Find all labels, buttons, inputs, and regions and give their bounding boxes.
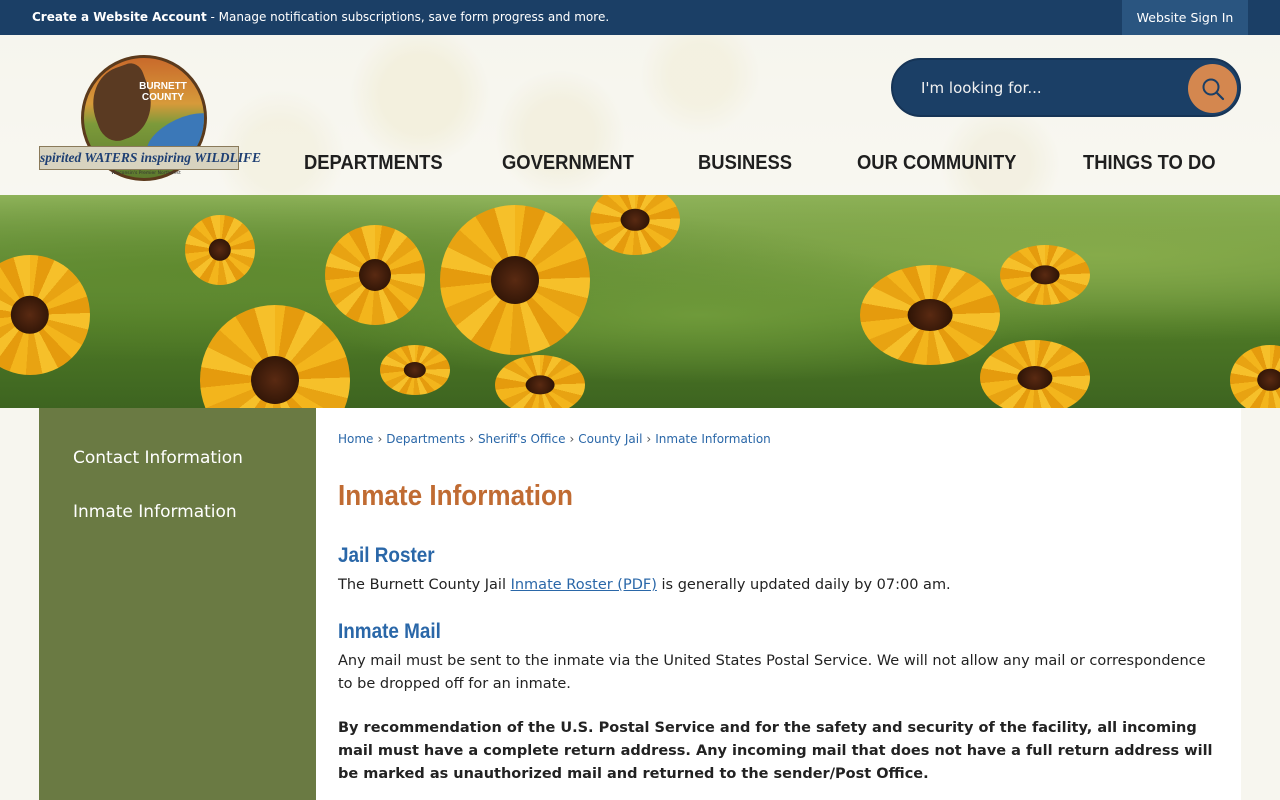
breadcrumb-sheriffs-office[interactable]: Sheriff's Office bbox=[478, 432, 566, 446]
create-account-description: - Manage notification subscriptions, sav… bbox=[206, 10, 610, 24]
flower-image bbox=[980, 340, 1090, 408]
logo-tagline: Wisconsin's Premier Northwest bbox=[111, 171, 181, 176]
hero-image bbox=[0, 195, 1280, 408]
flower-image bbox=[380, 345, 450, 395]
search-button[interactable] bbox=[1188, 64, 1237, 113]
section-heading-inmate-mail: Inmate Mail bbox=[338, 620, 441, 643]
flower-image bbox=[1230, 345, 1280, 408]
breadcrumb-separator: › bbox=[569, 432, 575, 446]
jail-roster-paragraph: The Burnett County Jail Inmate Roster (P… bbox=[338, 574, 1218, 597]
main-content: Home › Departments › Sheriff's Office › County… bbox=[316, 408, 1241, 800]
flower-image bbox=[1000, 245, 1090, 305]
breadcrumb-home[interactable]: Home bbox=[338, 432, 373, 446]
breadcrumb-separator: › bbox=[469, 432, 474, 446]
nav-our-community[interactable]: OUR COMMUNITY bbox=[857, 152, 1016, 178]
search-bar bbox=[891, 58, 1241, 117]
flower-image bbox=[860, 265, 1000, 365]
breadcrumb: Home › Departments › Sheriff's Office › County… bbox=[338, 432, 771, 446]
flower-image bbox=[440, 205, 590, 355]
inmate-mail-notice: By recommendation of the U.S. Postal Ser… bbox=[338, 720, 1213, 782]
logo-title-line1: BURNETT bbox=[139, 81, 187, 92]
search-input[interactable] bbox=[921, 74, 1171, 102]
flower-image bbox=[0, 255, 90, 375]
flower-image bbox=[590, 195, 680, 255]
sidebar-item-contact-information[interactable]: Contact Information bbox=[73, 448, 243, 468]
flower-image bbox=[325, 225, 425, 325]
search-icon bbox=[1202, 78, 1224, 100]
jail-roster-text-after: is generally updated daily by 07:00 am. bbox=[656, 577, 951, 593]
flower-image bbox=[495, 355, 585, 408]
section-heading-jail-roster: Jail Roster bbox=[338, 544, 435, 567]
breadcrumb-county-jail[interactable]: County Jail bbox=[578, 432, 642, 446]
flower-image bbox=[200, 305, 350, 408]
page-title: Inmate Information bbox=[338, 480, 573, 512]
create-account-link[interactable]: Create a Website Account bbox=[32, 10, 207, 24]
inmate-mail-paragraph: Any mail must be sent to the inmate via … bbox=[338, 653, 1206, 692]
logo-banner: spirited WATERS inspiring WILDLIFE bbox=[39, 146, 261, 170]
flower-image bbox=[185, 215, 255, 285]
breadcrumb-separator: › bbox=[646, 432, 652, 446]
breadcrumb-separator: › bbox=[377, 432, 383, 446]
breadcrumb-inmate-information[interactable]: Inmate Information bbox=[655, 432, 771, 446]
jail-roster-text-before: The Burnett County Jail bbox=[338, 577, 511, 593]
county-logo[interactable]: BURNETT COUNTY spirited WATERS inspiring… bbox=[39, 43, 261, 185]
logo-crane-graphic bbox=[84, 59, 163, 147]
logo-title: BURNETT COUNTY bbox=[131, 81, 195, 103]
breadcrumb-departments[interactable]: Departments bbox=[386, 432, 465, 446]
nav-government[interactable]: GOVERNMENT bbox=[502, 152, 634, 178]
top-bar: Create a Website Account - Manage notifi… bbox=[0, 0, 1280, 35]
account-message: Create a Website Account - Manage notifi… bbox=[32, 10, 609, 24]
nav-departments[interactable]: DEPARTMENTS bbox=[304, 152, 443, 178]
inmate-roster-pdf-link[interactable]: Inmate Roster (PDF) bbox=[511, 577, 657, 593]
nav-business[interactable]: BUSINESS bbox=[698, 152, 792, 178]
sidebar: Contact Information Inmate Information bbox=[39, 408, 316, 800]
website-sign-in-button[interactable]: Website Sign In bbox=[1122, 0, 1248, 35]
sidebar-item-inmate-information[interactable]: Inmate Information bbox=[73, 502, 237, 522]
nav-things-to-do[interactable]: THINGS TO DO bbox=[1083, 152, 1216, 178]
logo-title-line2: COUNTY bbox=[141, 92, 185, 103]
